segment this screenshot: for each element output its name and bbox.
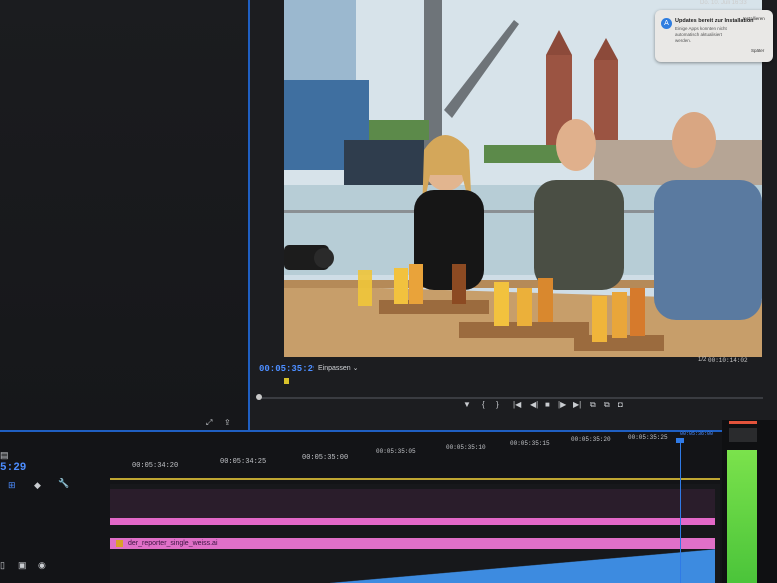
zoom-fit-label: Einpassen (318, 365, 351, 372)
install-button[interactable]: Installieren (743, 16, 765, 21)
app-store-icon: A (661, 18, 672, 29)
mark-in-icon[interactable]: { (482, 400, 485, 409)
menubar-clock: Do. 10. Juli 16:33 (700, 0, 747, 6)
update-notification[interactable]: A Updates bereit zur Installation Einige… (655, 10, 773, 62)
zoom-fit-select[interactable]: Einpassen ⌄ (314, 363, 363, 373)
playhead-handle[interactable] (676, 438, 684, 443)
mark-out-icon[interactable]: } (496, 400, 499, 409)
notification-title: Updates bereit zur Installation (675, 18, 754, 24)
camera-icon[interactable]: ◘ (618, 400, 623, 409)
meter-headroom (729, 428, 757, 442)
program-timecode[interactable]: 00:05:35:29 (259, 364, 318, 374)
program-duration: 00:10:14:02 (708, 357, 748, 364)
ruler-label: 00:05:35:00 (302, 454, 349, 462)
marker-icon[interactable]: ▼ (463, 400, 471, 409)
scrub-bar[interactable] (258, 397, 763, 399)
step-back-icon[interactable]: ◀| (530, 400, 538, 409)
clip-name: der_reporter_single_weiss.ai (128, 540, 218, 547)
sequence-menu-icon[interactable]: ▤ (0, 450, 9, 461)
ruler-label: 00:05:35:15 (510, 440, 550, 447)
work-area-bar[interactable] (110, 478, 720, 480)
notification-body: Einige Apps konnten nicht automatisch ak… (675, 26, 727, 43)
ruler-label: 00:05:35:10 (446, 444, 486, 451)
go-to-in-icon[interactable]: |◀ (513, 400, 521, 409)
expand-icon[interactable]: ⤢ (206, 418, 212, 428)
track-output-icon[interactable]: ▣ (18, 560, 27, 571)
marker-add-icon[interactable]: ◆ (34, 480, 41, 491)
export-frame-icon[interactable]: ⇪ (224, 418, 231, 427)
track-lock-icon[interactable]: ▯ (0, 560, 5, 571)
ruler-label: 00:05:34:20 (132, 462, 179, 470)
in-point-marker[interactable] (284, 378, 289, 384)
chevron-down-icon: ⌄ (352, 365, 359, 372)
wrench-icon[interactable]: 🔧 (58, 478, 69, 489)
meter-clip-indicator (729, 421, 757, 424)
resolution-fraction[interactable]: 1/2 (698, 357, 706, 363)
snap-icon[interactable]: ⊞ (8, 480, 16, 491)
later-button[interactable]: Später (751, 48, 764, 53)
ruler-label: 00:05:35:20 (571, 436, 611, 443)
scrub-handle[interactable] (256, 394, 262, 400)
go-to-out-icon[interactable]: ▶| (573, 400, 581, 409)
video-clip[interactable] (330, 541, 715, 583)
eye-icon[interactable]: ◉ (38, 560, 46, 571)
graphic-clip-body[interactable] (110, 489, 715, 525)
ruler-label: 00:05:35:05 (376, 448, 416, 455)
ruler-label: 00:05:36:00 (680, 431, 714, 437)
ruler-label: 00:05:34:25 (220, 458, 267, 466)
source-panel (0, 0, 250, 430)
meter-level (727, 450, 757, 583)
time-ruler[interactable]: 00:05:34:20 00:05:34:25 00:05:35:00 00:0… (0, 431, 720, 474)
timeline-focus-border (0, 430, 777, 432)
lift-icon[interactable]: ⧉ (590, 400, 596, 410)
extract-icon[interactable]: ⧉ (604, 400, 610, 410)
ruler-label: 00:05:35:25 (628, 434, 668, 441)
stop-icon[interactable]: ■ (545, 400, 550, 409)
ai-file-icon (116, 540, 123, 547)
step-forward-icon[interactable]: |▶ (558, 400, 566, 409)
playhead-line[interactable] (680, 438, 681, 583)
